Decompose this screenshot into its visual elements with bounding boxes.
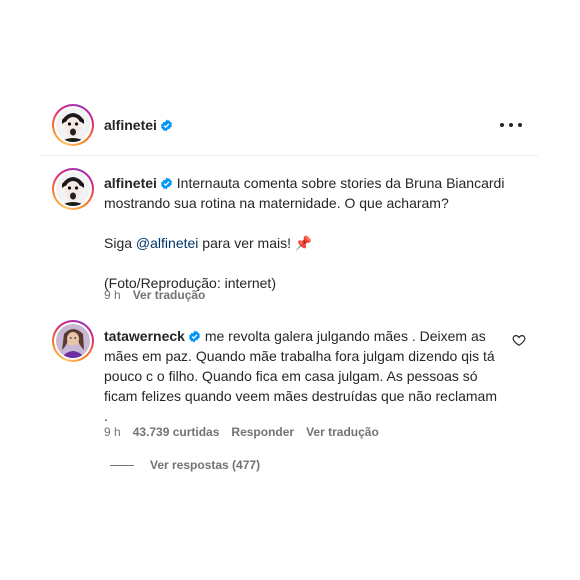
comment-line-2: mães em paz. Quando mãe trabalha fora ju… bbox=[104, 348, 495, 364]
post-username[interactable]: alfinetei bbox=[104, 117, 157, 133]
comment-meta: 9 h 43.739 curtidas Responder Ver traduç… bbox=[104, 424, 379, 440]
caption-line-2: mostrando sua rotina na maternidade. O q… bbox=[104, 195, 449, 211]
comment-translate-button[interactable]: Ver tradução bbox=[306, 425, 379, 439]
comment-line-1: me revolta galera julgando mães . Deixem… bbox=[204, 328, 486, 344]
caption-text: alfinetei Internauta comenta sobre stori… bbox=[104, 173, 544, 293]
verified-badge-icon bbox=[160, 119, 172, 131]
caption-translate-button[interactable]: Ver tradução bbox=[133, 288, 206, 302]
tatawerneck-avatar-image bbox=[56, 324, 90, 358]
caption-meta: 9 h Ver tradução bbox=[104, 287, 205, 303]
caption-timestamp[interactable]: 9 h bbox=[104, 288, 121, 302]
more-horizontal-icon bbox=[500, 123, 504, 127]
comment-line-3: pouco c o filho. Quando fica em casa jul… bbox=[104, 368, 478, 384]
caption-line-1: Internauta comenta sobre stories da Brun… bbox=[176, 175, 505, 191]
mention-link[interactable]: @alfinetei bbox=[136, 235, 198, 251]
verified-badge-icon bbox=[189, 330, 200, 343]
divider bbox=[40, 155, 538, 156]
comment-text: tatawerneck me revolta galera julgando m… bbox=[104, 326, 504, 426]
comment-author-avatar[interactable] bbox=[52, 320, 94, 362]
comment-username[interactable]: tatawerneck bbox=[104, 328, 185, 344]
alfinetei-avatar-image bbox=[56, 172, 90, 206]
more-options-button[interactable] bbox=[500, 116, 522, 134]
like-comment-heart-icon[interactable] bbox=[512, 333, 526, 347]
comment-reply-button[interactable]: Responder bbox=[231, 425, 294, 439]
pushpin-icon: 📌 bbox=[294, 235, 313, 251]
comment-timestamp[interactable]: 9 h bbox=[104, 425, 121, 439]
view-replies-button[interactable]: Ver respostas (477) bbox=[110, 458, 260, 472]
comment-line-5: . bbox=[104, 408, 108, 424]
caption-username[interactable]: alfinetei bbox=[104, 175, 157, 191]
view-replies-label: Ver respostas (477) bbox=[150, 458, 261, 472]
caption-follow-line: Siga @alfinetei para ver mais! 📌 bbox=[104, 235, 313, 251]
verified-badge-icon bbox=[160, 177, 172, 190]
post-header: alfinetei bbox=[104, 116, 173, 134]
post-author-avatar[interactable] bbox=[52, 104, 94, 146]
comment-line-4: ficam felizes quando veem mães destruída… bbox=[104, 388, 497, 404]
caption-author-avatar[interactable] bbox=[52, 168, 94, 210]
alfinetei-avatar-image bbox=[56, 108, 90, 142]
replies-line bbox=[110, 464, 134, 466]
comment-likes[interactable]: 43.739 curtidas bbox=[133, 425, 220, 439]
